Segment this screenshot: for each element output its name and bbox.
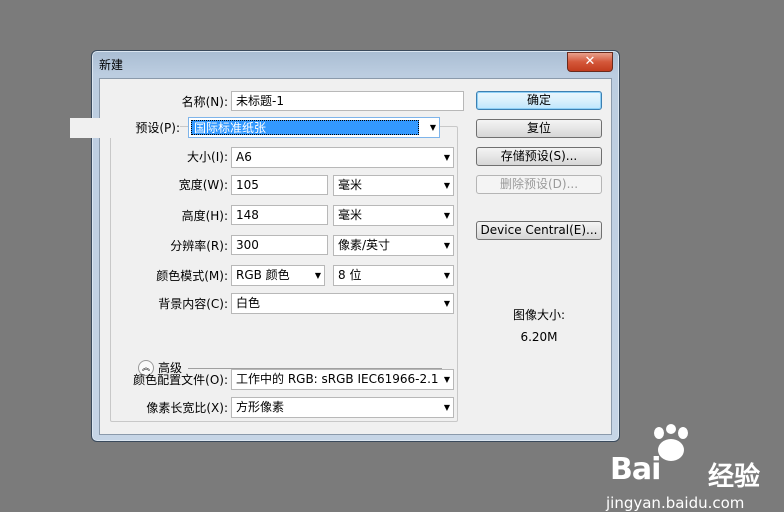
- height-label: 高度(H):: [181, 209, 228, 223]
- ok-button[interactable]: 确定: [476, 91, 602, 110]
- preset-selected-value: 国际标准纸张: [191, 120, 419, 135]
- chevron-down-icon: ▼: [443, 299, 450, 308]
- chevron-down-icon: ▼: [443, 211, 450, 220]
- device-central-button[interactable]: Device Central(E)...: [476, 221, 602, 240]
- color-profile-label: 颜色配置文件(O):: [133, 373, 228, 387]
- reset-button[interactable]: 复位: [476, 119, 602, 138]
- dialog-title: 新建: [99, 58, 124, 72]
- width-unit-value: 毫米: [338, 178, 363, 192]
- save-preset-button[interactable]: 存储预设(S)...: [476, 147, 602, 166]
- chevron-down-icon: ▼: [443, 375, 450, 384]
- color-mode-value: RGB 颜色: [236, 268, 290, 282]
- chevron-down-icon: ▼: [443, 181, 450, 190]
- dialog-client-area: 名称(N): 未标题-1 预设(P): 国际标准纸张 ▼ 大小(I): A6 ▼…: [70, 78, 612, 435]
- background-label: 背景内容(C):: [158, 297, 228, 311]
- color-profile-value: 工作中的 RGB: sRGB IEC61966-2.1: [236, 372, 439, 386]
- width-unit-select[interactable]: 毫米 ▼: [333, 175, 454, 196]
- height-unit-value: 毫米: [338, 208, 363, 222]
- size-select[interactable]: A6 ▼: [231, 147, 454, 168]
- close-icon: ✕: [584, 54, 596, 69]
- title-bar[interactable]: 新建 ✕: [92, 51, 619, 77]
- watermark-url: jingyan.baidu.com: [606, 494, 745, 512]
- chevron-down-icon: ▼: [314, 271, 321, 280]
- new-document-dialog: 新建 ✕ 名称(N): 未标题-1 预设(P): 国际标准纸张 ▼ 大小(I):…: [70, 50, 620, 442]
- watermark-brand-suffix: 经验: [708, 462, 761, 492]
- chevron-down-icon: ▼: [443, 241, 450, 250]
- color-profile-select[interactable]: 工作中的 RGB: sRGB IEC61966-2.1 ▼: [231, 369, 454, 390]
- height-input[interactable]: 148: [231, 205, 328, 225]
- chevron-down-icon: ▼: [443, 153, 450, 162]
- resolution-input[interactable]: 300: [231, 235, 328, 255]
- watermark-brand: Bai: [610, 452, 661, 487]
- image-size-value: 6.20M: [520, 330, 558, 344]
- size-label: 大小(I):: [187, 150, 228, 164]
- delete-preset-button[interactable]: 删除预设(D)...: [476, 175, 602, 194]
- width-input[interactable]: 105: [231, 175, 328, 195]
- close-button[interactable]: ✕: [567, 52, 613, 72]
- chevron-down-icon: ▼: [443, 271, 450, 280]
- pixel-aspect-value: 方形像素: [236, 400, 285, 414]
- preset-label: 预设(P):: [70, 118, 180, 138]
- chevron-down-icon: ▼: [443, 403, 450, 412]
- resolution-unit-select[interactable]: 像素/英寸 ▼: [333, 235, 454, 256]
- size-value: A6: [236, 150, 252, 164]
- image-size-label: 图像大小:: [512, 308, 566, 322]
- background-value: 白色: [236, 296, 261, 310]
- baidu-jingyan-watermark: Bai 经验 jingyan.baidu.com: [604, 424, 784, 512]
- name-input[interactable]: 未标题-1: [231, 91, 464, 111]
- resolution-unit-value: 像素/英寸: [338, 238, 391, 252]
- resolution-label: 分辨率(R):: [170, 239, 228, 253]
- pixel-aspect-select[interactable]: 方形像素 ▼: [231, 397, 454, 418]
- pixel-aspect-label: 像素长宽比(X):: [146, 401, 228, 415]
- bit-depth-value: 8 位: [338, 268, 362, 282]
- chevron-down-icon: ▼: [429, 123, 436, 132]
- preset-select[interactable]: 国际标准纸张 ▼: [188, 117, 440, 138]
- width-label: 宽度(W):: [178, 178, 228, 192]
- bit-depth-select[interactable]: 8 位 ▼: [333, 265, 454, 286]
- name-label: 名称(N):: [181, 95, 228, 109]
- color-mode-label: 颜色模式(M):: [156, 269, 228, 283]
- height-unit-select[interactable]: 毫米 ▼: [333, 205, 454, 226]
- color-mode-select[interactable]: RGB 颜色 ▼: [231, 265, 325, 286]
- background-select[interactable]: 白色 ▼: [231, 293, 454, 314]
